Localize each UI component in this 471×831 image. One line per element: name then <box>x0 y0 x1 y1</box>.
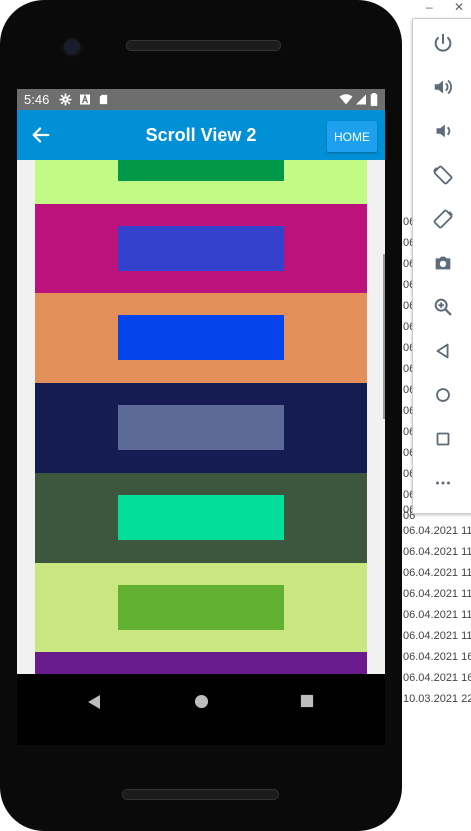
settings-icon <box>59 93 72 106</box>
screenshot-button[interactable] <box>413 243 471 283</box>
color-stripe <box>35 160 367 204</box>
inner-color-block <box>118 584 284 630</box>
overview-square-icon <box>436 432 449 446</box>
camera-icon <box>435 256 450 270</box>
log-line: 10.03.2021 22 <box>403 693 471 705</box>
inner-color-block <box>118 225 284 271</box>
home-circle-icon <box>435 388 450 402</box>
rotate-left-icon <box>432 165 452 185</box>
log-line: 06.04.2021 11 <box>403 546 471 558</box>
volume-up-icon <box>434 79 452 95</box>
zoom-icon <box>434 298 451 316</box>
emulator-toolbar <box>412 18 471 514</box>
zoom-button[interactable] <box>413 287 471 327</box>
color-stripe <box>35 562 367 653</box>
color-stripe <box>35 472 367 563</box>
status-time: 5:46 <box>24 92 50 107</box>
log-line: 06.04.2021 16 <box>403 672 471 684</box>
bottom-speaker <box>122 789 279 800</box>
rotate-right-icon <box>433 209 453 229</box>
rotate-right-button[interactable] <box>413 199 471 239</box>
log-line: 06.04.2021 11 <box>403 609 471 621</box>
nav-back-icon[interactable] <box>86 694 102 710</box>
nav-overview-icon[interactable] <box>300 694 314 708</box>
wifi-icon <box>339 94 353 105</box>
nav-home-icon[interactable] <box>194 694 209 709</box>
home-button[interactable] <box>413 375 471 415</box>
a-notification-icon <box>80 94 90 105</box>
window-controls: – ✕ <box>418 0 471 18</box>
inner-color-block <box>118 315 284 361</box>
more-icon <box>435 481 450 485</box>
overview-button[interactable] <box>413 419 471 459</box>
more-button[interactable] <box>413 463 471 503</box>
volume-up-button[interactable] <box>413 67 471 107</box>
back-triangle-icon <box>436 343 448 359</box>
status-bar: 5:46 <box>17 89 385 110</box>
signal-icon <box>356 94 366 105</box>
battery-icon <box>370 93 378 106</box>
color-stripe <box>35 203 367 294</box>
log-line: 06.04.2021 11 <box>403 567 471 579</box>
power-icon <box>434 33 451 52</box>
system-nav-bar <box>17 674 385 745</box>
rotate-left-button[interactable] <box>413 155 471 195</box>
inner-color-block <box>118 494 284 540</box>
home-nav-button[interactable]: HOME <box>327 121 377 152</box>
sd-card-icon <box>99 94 108 105</box>
inner-color-block <box>118 405 284 451</box>
log-line: 06.04.2021 11 <box>403 630 471 642</box>
power-button[interactable] <box>413 23 471 63</box>
log-line: 06.04.2021 16 <box>403 651 471 663</box>
inner-color-block <box>118 160 284 181</box>
back-button[interactable] <box>413 331 471 371</box>
phone-frame: 5:46 Scroll View 2 HOME <box>0 0 402 831</box>
app-bar: Scroll View 2 HOME <box>17 110 385 160</box>
volume-down-button[interactable] <box>413 111 471 151</box>
close-button[interactable]: ✕ <box>454 0 464 14</box>
scrollbar[interactable] <box>383 254 385 419</box>
color-stripe <box>35 383 367 474</box>
minimize-button[interactable]: – <box>426 0 433 14</box>
color-stripe <box>35 652 367 674</box>
phone-screen: 5:46 Scroll View 2 HOME <box>17 89 385 745</box>
scroll-view[interactable] <box>17 160 385 674</box>
color-stripe <box>35 293 367 384</box>
front-camera <box>62 37 82 57</box>
top-speaker <box>126 40 281 51</box>
volume-down-icon <box>436 124 450 138</box>
log-line: 06.04.2021 11 <box>403 525 471 537</box>
log-line: 06.04.2021 11 <box>403 588 471 600</box>
